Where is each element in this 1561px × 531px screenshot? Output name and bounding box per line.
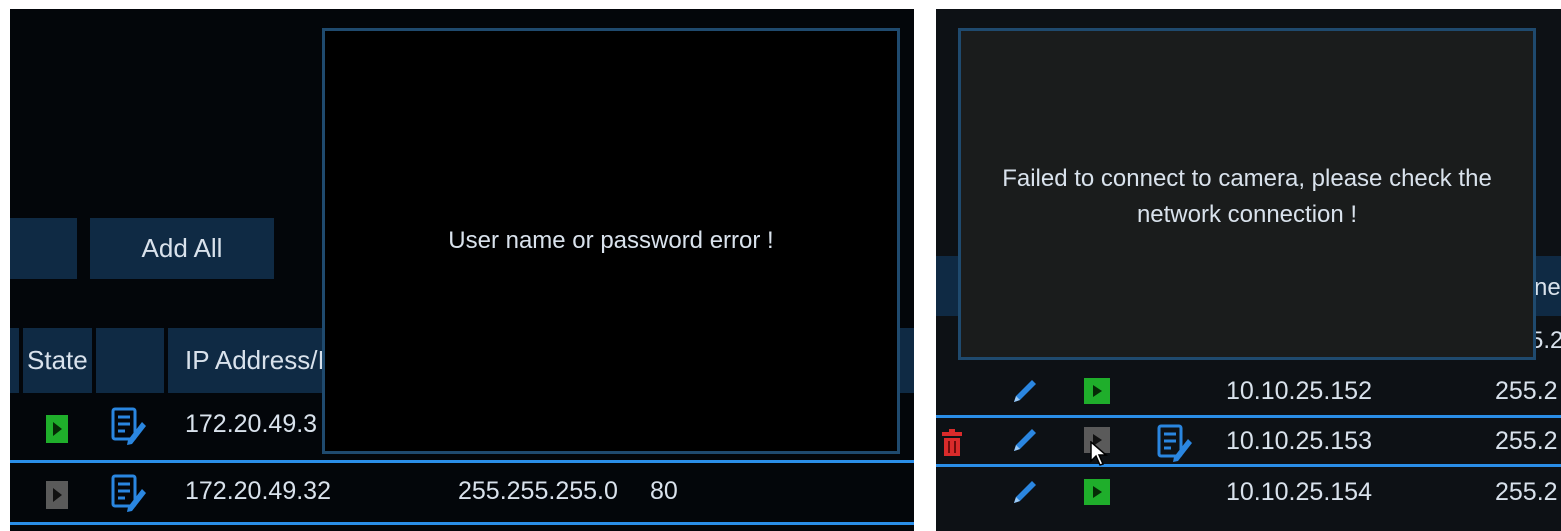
selection-border-bottom	[936, 464, 1561, 467]
play-icon[interactable]	[1084, 479, 1110, 505]
header-ip-label: IP Address/I	[185, 345, 325, 375]
header-state-label: State	[27, 345, 88, 375]
header-cell-spacer	[10, 328, 19, 393]
row-subnet-mask: 255.2	[1495, 377, 1558, 405]
row-port: 80	[650, 477, 678, 505]
row-ip: 10.10.25.154	[1226, 478, 1372, 506]
left-screenshot-panel: Add All State IP Address/I 172.20.49.3 1…	[10, 9, 914, 531]
row-subnet-mask: 255.2	[1495, 478, 1558, 506]
selection-border-top	[10, 460, 914, 463]
play-icon[interactable]	[46, 415, 68, 443]
selection-border-top	[936, 415, 1561, 418]
selection-border-bottom	[10, 522, 914, 525]
error-message: User name or password error !	[448, 227, 774, 254]
header-partial-text: ne	[1534, 274, 1561, 301]
pencil-icon[interactable]	[1010, 477, 1040, 507]
header-action	[96, 328, 164, 393]
play-icon[interactable]	[46, 481, 68, 509]
connection-error-message-line1: Failed to connect to camera, please chec…	[1002, 165, 1492, 192]
error-dialog: User name or password error !	[322, 28, 900, 454]
add-all-button[interactable]: Add All	[90, 218, 274, 279]
connection-error-message-line2: network connection !	[1136, 201, 1358, 228]
row-ip: 172.20.49.3	[185, 410, 318, 438]
row-subnet-mask: 255.2	[1495, 427, 1558, 455]
row-subnet-mask: 255.255.255.0	[458, 477, 618, 505]
edit-note-icon[interactable]	[110, 473, 146, 513]
row-ip: 10.10.25.152	[1226, 377, 1372, 405]
pencil-icon[interactable]	[1010, 376, 1040, 406]
pencil-icon[interactable]	[1010, 425, 1040, 455]
row-ip: 10.10.25.153	[1226, 427, 1372, 455]
toolbar-button-partial[interactable]	[10, 218, 77, 279]
edit-note-icon[interactable]	[1156, 423, 1192, 463]
row-ip: 172.20.49.32	[185, 477, 331, 505]
edit-note-icon[interactable]	[110, 406, 146, 446]
connection-error-dialog: Failed to connect to camera, please chec…	[958, 28, 1536, 360]
header-state[interactable]: State	[23, 328, 92, 393]
add-all-label: Add All	[141, 233, 223, 263]
play-icon[interactable]	[1084, 378, 1110, 404]
trash-icon[interactable]	[940, 429, 964, 457]
right-screenshot-panel: ne 5.2 10.10.25.152 255.2 10.10.25.153 2…	[936, 9, 1561, 531]
mouse-cursor-icon	[1090, 441, 1108, 466]
